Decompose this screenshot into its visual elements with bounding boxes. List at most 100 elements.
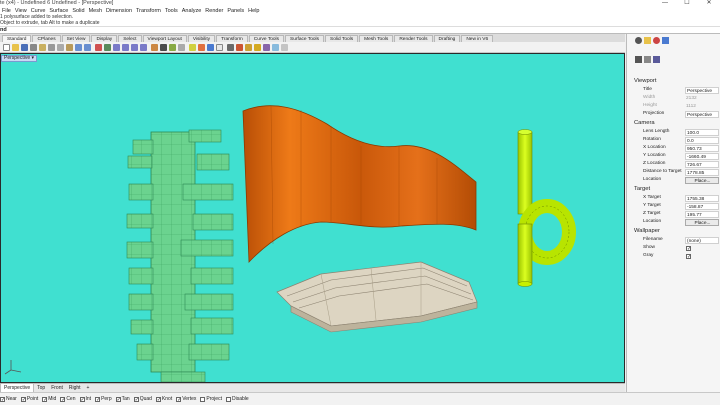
yellow-pipe[interactable] — [517, 129, 576, 287]
help-tab-icon[interactable] — [662, 37, 669, 44]
tab-set-view[interactable]: Set View — [61, 35, 91, 42]
osnap-quad[interactable]: ✓ Quad — [133, 396, 152, 402]
camera-icon[interactable] — [635, 56, 642, 63]
osnap-cen[interactable]: ✓ Cen — [60, 396, 76, 402]
cplane-icon[interactable] — [169, 44, 176, 51]
checkbox-empty-icon[interactable] — [225, 396, 231, 402]
paste-icon[interactable] — [66, 44, 73, 51]
orange-wave-surface[interactable] — [242, 105, 477, 263]
osnap-point[interactable]: ✓ Point — [20, 396, 38, 402]
print-icon[interactable] — [30, 44, 37, 51]
camera-place-button[interactable]: Place... — [685, 176, 719, 184]
properties-tab-icon[interactable] — [635, 37, 642, 44]
checkbox-checked-icon[interactable]: ✓ — [79, 396, 85, 402]
menu-mesh[interactable]: Mesh — [87, 7, 104, 15]
osnap-tan[interactable]: ✓ Tan — [115, 396, 130, 402]
tab-front[interactable]: Front — [48, 384, 66, 392]
command-history[interactable]: 1 polysurface added to selection. Object… — [0, 14, 720, 27]
chevron-down-icon[interactable]: ▾ — [32, 55, 35, 61]
osnap-int[interactable]: ✓ Int — [79, 396, 91, 402]
checkbox-checked-icon[interactable]: ✓ — [133, 396, 139, 402]
options-icon[interactable] — [272, 44, 279, 51]
perspective-viewport[interactable]: Perspective ▾ — [0, 53, 625, 383]
tab-solid-tools[interactable]: Solid Tools — [325, 35, 359, 42]
menu-transform[interactable]: Transform — [134, 7, 163, 15]
title-field[interactable]: Perspective — [685, 86, 719, 94]
tab-top[interactable]: Top — [34, 384, 48, 392]
checkbox-checked-icon[interactable]: ✓ — [20, 396, 26, 402]
undo-icon[interactable] — [75, 44, 82, 51]
beige-slat-stack[interactable] — [276, 261, 478, 333]
shaded-icon[interactable] — [227, 44, 234, 51]
lock-icon[interactable] — [198, 44, 205, 51]
tab-new-in-v6[interactable]: New in V6 — [461, 35, 494, 42]
viewport-title-tab[interactable]: Perspective ▾ — [1, 55, 37, 62]
copy-icon[interactable] — [57, 44, 64, 51]
four-viewports-icon[interactable] — [160, 44, 167, 51]
render-icon[interactable] — [245, 44, 252, 51]
menu-help[interactable]: Help — [246, 7, 261, 15]
checkbox-checked-icon[interactable]: ✓ — [60, 396, 66, 402]
menu-render[interactable]: Render — [203, 7, 225, 15]
rotation-field[interactable]: 0.0 — [685, 136, 719, 144]
menu-panels[interactable]: Panels — [225, 7, 246, 15]
osnap-knot[interactable]: ✓ Knot — [155, 396, 172, 402]
tab-select[interactable]: Select — [118, 35, 142, 42]
viewport-icon[interactable] — [644, 56, 651, 63]
x-target-field[interactable]: 1755.38 — [685, 194, 719, 202]
zoom-window-icon[interactable] — [122, 44, 129, 51]
scene-canvas[interactable] — [1, 54, 625, 383]
save-icon[interactable] — [21, 44, 28, 51]
tab-mesh-tools[interactable]: Mesh Tools — [359, 35, 394, 42]
layers-tab-icon[interactable] — [644, 37, 651, 44]
menu-tools[interactable]: Tools — [163, 7, 180, 15]
checkbox-checked-icon[interactable]: ✓ — [95, 396, 100, 402]
redo-icon[interactable] — [84, 44, 91, 51]
tab-drafting[interactable]: Drafting — [433, 35, 461, 42]
wallpaper-icon[interactable] — [653, 56, 660, 63]
x-location-field[interactable]: 950.73 — [685, 144, 719, 152]
tab-display[interactable]: Display — [91, 35, 118, 42]
y-target-field[interactable]: -158.87 — [685, 202, 719, 210]
filename-field[interactable]: (none) — [685, 236, 719, 244]
green-block-tower[interactable] — [126, 129, 234, 382]
osnap-project[interactable]: Project — [200, 396, 222, 402]
tab-cplanes[interactable]: CPlanes — [32, 35, 61, 42]
new-file-icon[interactable] — [3, 44, 10, 51]
target-place-button[interactable]: Place... — [685, 218, 719, 226]
pan-icon[interactable] — [95, 44, 102, 51]
help-icon[interactable] — [281, 44, 288, 51]
menu-dimension[interactable]: Dimension — [104, 7, 134, 15]
undo-view-icon[interactable] — [151, 44, 158, 51]
display-tab-icon[interactable] — [653, 37, 660, 44]
checkbox-checked-icon[interactable]: ✓ — [42, 396, 47, 402]
layer-icon[interactable] — [207, 44, 214, 51]
zoom-extents-icon[interactable] — [131, 44, 138, 51]
checkbox-checked-icon[interactable]: ✓ — [155, 396, 161, 402]
tab-visibility[interactable]: Visibility — [187, 35, 216, 42]
zoom-icon[interactable] — [113, 44, 120, 51]
zoom-selected-icon[interactable] — [140, 44, 147, 51]
checkbox-checked-icon[interactable]: ✓ — [0, 396, 5, 402]
distance-field[interactable]: 1778.85 — [685, 168, 719, 176]
tab-perspective[interactable]: Perspective — [0, 384, 35, 392]
command-prompt[interactable]: nd — [0, 27, 720, 34]
tab-standard[interactable]: Standard — [2, 35, 32, 42]
gray-checkbox[interactable]: ✓ — [686, 253, 691, 259]
hide-icon[interactable] — [189, 44, 196, 51]
light-icon[interactable] — [254, 44, 261, 51]
osnap-vertex[interactable]: ✓ Vertex — [176, 396, 196, 402]
import-icon[interactable] — [39, 44, 46, 51]
menu-analyze[interactable]: Analyze — [180, 7, 204, 15]
osnap-near[interactable]: ✓ Near — [0, 396, 17, 402]
rotate-view-icon[interactable] — [104, 44, 111, 51]
material-icon[interactable] — [263, 44, 270, 51]
z-target-field[interactable]: 195.77 — [685, 210, 719, 218]
y-location-field[interactable]: -1660.49 — [685, 152, 719, 160]
rendered-icon[interactable] — [236, 44, 243, 51]
open-folder-icon[interactable] — [12, 44, 19, 51]
checkbox-checked-icon[interactable]: ✓ — [176, 396, 181, 402]
show-checkbox[interactable]: ✓ — [686, 245, 691, 251]
lens-field[interactable]: 100.0 — [685, 128, 719, 136]
checkbox-checked-icon[interactable]: ✓ — [115, 396, 121, 402]
